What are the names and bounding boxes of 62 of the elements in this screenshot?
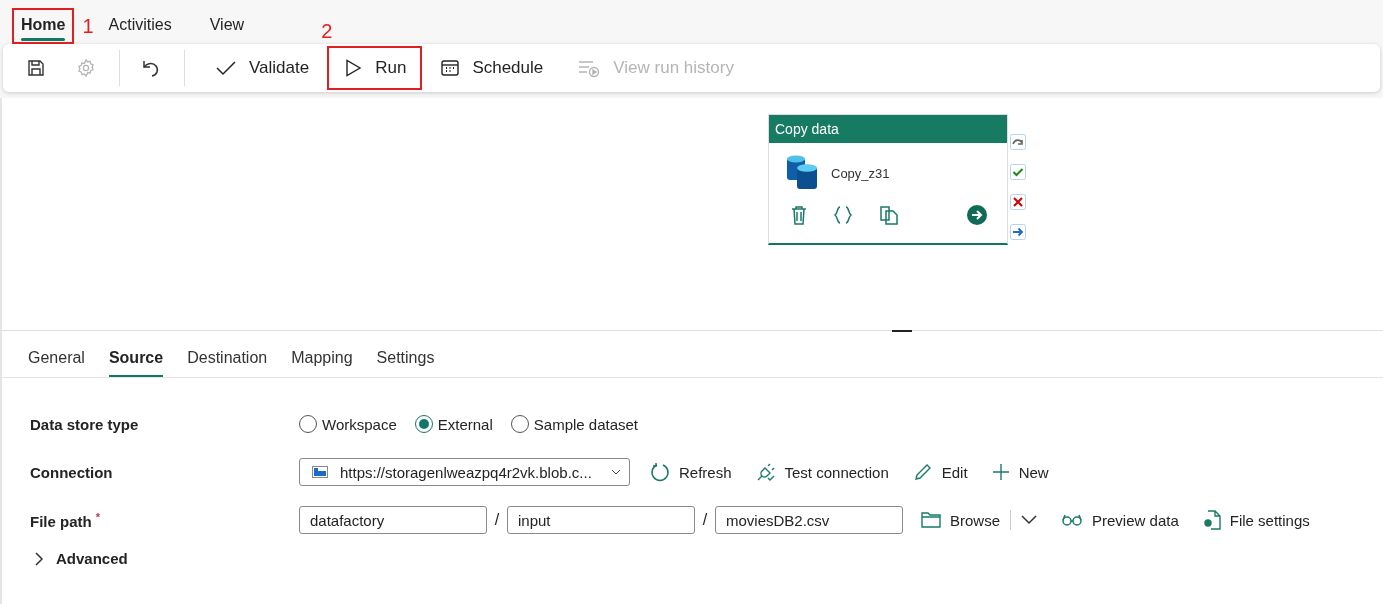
list-play-icon bbox=[577, 58, 602, 78]
action-button[interactable]: Preview data bbox=[1055, 507, 1185, 533]
toolbar-button[interactable]: Schedule bbox=[424, 46, 560, 90]
text-field[interactable]: input bbox=[507, 506, 695, 534]
panel-tab[interactable]: Destination bbox=[179, 343, 276, 377]
checkmark-icon[interactable] bbox=[1010, 164, 1026, 180]
panel-tab[interactable]: Settings bbox=[368, 343, 443, 377]
text-field[interactable]: moviesDB2.csv bbox=[715, 506, 903, 534]
settings-icon bbox=[76, 58, 96, 78]
refresh-icon bbox=[650, 462, 670, 482]
database-icon bbox=[785, 155, 819, 191]
radio-label[interactable]: Sample dataset bbox=[533, 415, 639, 433]
storage-icon bbox=[312, 466, 328, 478]
chevron-right-icon bbox=[34, 551, 44, 566]
calendar-icon bbox=[440, 58, 461, 78]
menu-tab[interactable]: Activities bbox=[99, 8, 181, 44]
path-separator: / bbox=[701, 511, 709, 529]
text-field[interactable]: datafactory bbox=[299, 506, 487, 534]
toolbar-button[interactable]: Validate bbox=[199, 46, 326, 90]
field-label: Connection bbox=[30, 463, 114, 481]
required-mark: * bbox=[95, 510, 100, 523]
panel-tab[interactable]: General bbox=[20, 343, 93, 377]
chevron-down-icon bbox=[611, 468, 621, 476]
action-button[interactable]: New bbox=[985, 459, 1055, 485]
play-icon bbox=[343, 58, 364, 78]
trash-icon[interactable] bbox=[791, 205, 807, 225]
advanced-expander[interactable]: Advanced bbox=[30, 544, 128, 567]
action-button[interactable]: Browse bbox=[915, 507, 1007, 533]
callout-number: 1 bbox=[82, 14, 94, 38]
arrow-circle-icon[interactable] bbox=[967, 205, 987, 225]
menu-tab[interactable]: View bbox=[200, 8, 254, 44]
save-icon bbox=[26, 58, 46, 78]
connection-dropdown[interactable]: https://storagenlweazpq4r2vk.blob.c... bbox=[299, 458, 630, 486]
code-icon[interactable] bbox=[833, 205, 853, 225]
glasses-icon bbox=[1061, 513, 1084, 527]
action-button[interactable]: File settings bbox=[1196, 506, 1316, 534]
folder-icon bbox=[921, 511, 941, 529]
radio-label[interactable]: Workspace bbox=[322, 415, 397, 433]
action-button[interactable]: Edit bbox=[906, 458, 974, 486]
callout-number: 2 bbox=[321, 20, 333, 43]
field-label: File path bbox=[30, 512, 92, 530]
chevron-down-icon[interactable] bbox=[1021, 515, 1038, 525]
resize-handle[interactable] bbox=[892, 330, 912, 332]
activity-name: Copy_z31 bbox=[831, 165, 890, 181]
action-button[interactable]: Refresh bbox=[644, 458, 738, 486]
cross-icon[interactable] bbox=[1010, 194, 1026, 210]
panel-tab[interactable]: Source bbox=[100, 343, 172, 377]
plus-icon bbox=[991, 463, 1010, 481]
path-separator: / bbox=[493, 511, 501, 529]
copy-icon[interactable] bbox=[879, 205, 899, 225]
file-gear-icon bbox=[1202, 510, 1221, 530]
menu-tab[interactable]: Home bbox=[12, 8, 75, 44]
toolbar-button[interactable]: Run bbox=[327, 46, 423, 90]
field-label: Data store type bbox=[30, 415, 140, 433]
arrow-right-icon[interactable] bbox=[1010, 224, 1026, 240]
panel-tab[interactable]: Mapping bbox=[283, 343, 361, 377]
radio-label[interactable]: External bbox=[437, 415, 493, 433]
checkmark-icon bbox=[215, 58, 237, 78]
pencil-icon bbox=[912, 462, 933, 482]
activity-title: Copy data bbox=[769, 115, 1007, 143]
plug-icon bbox=[755, 462, 776, 482]
action-button[interactable]: Test connection bbox=[749, 458, 895, 486]
